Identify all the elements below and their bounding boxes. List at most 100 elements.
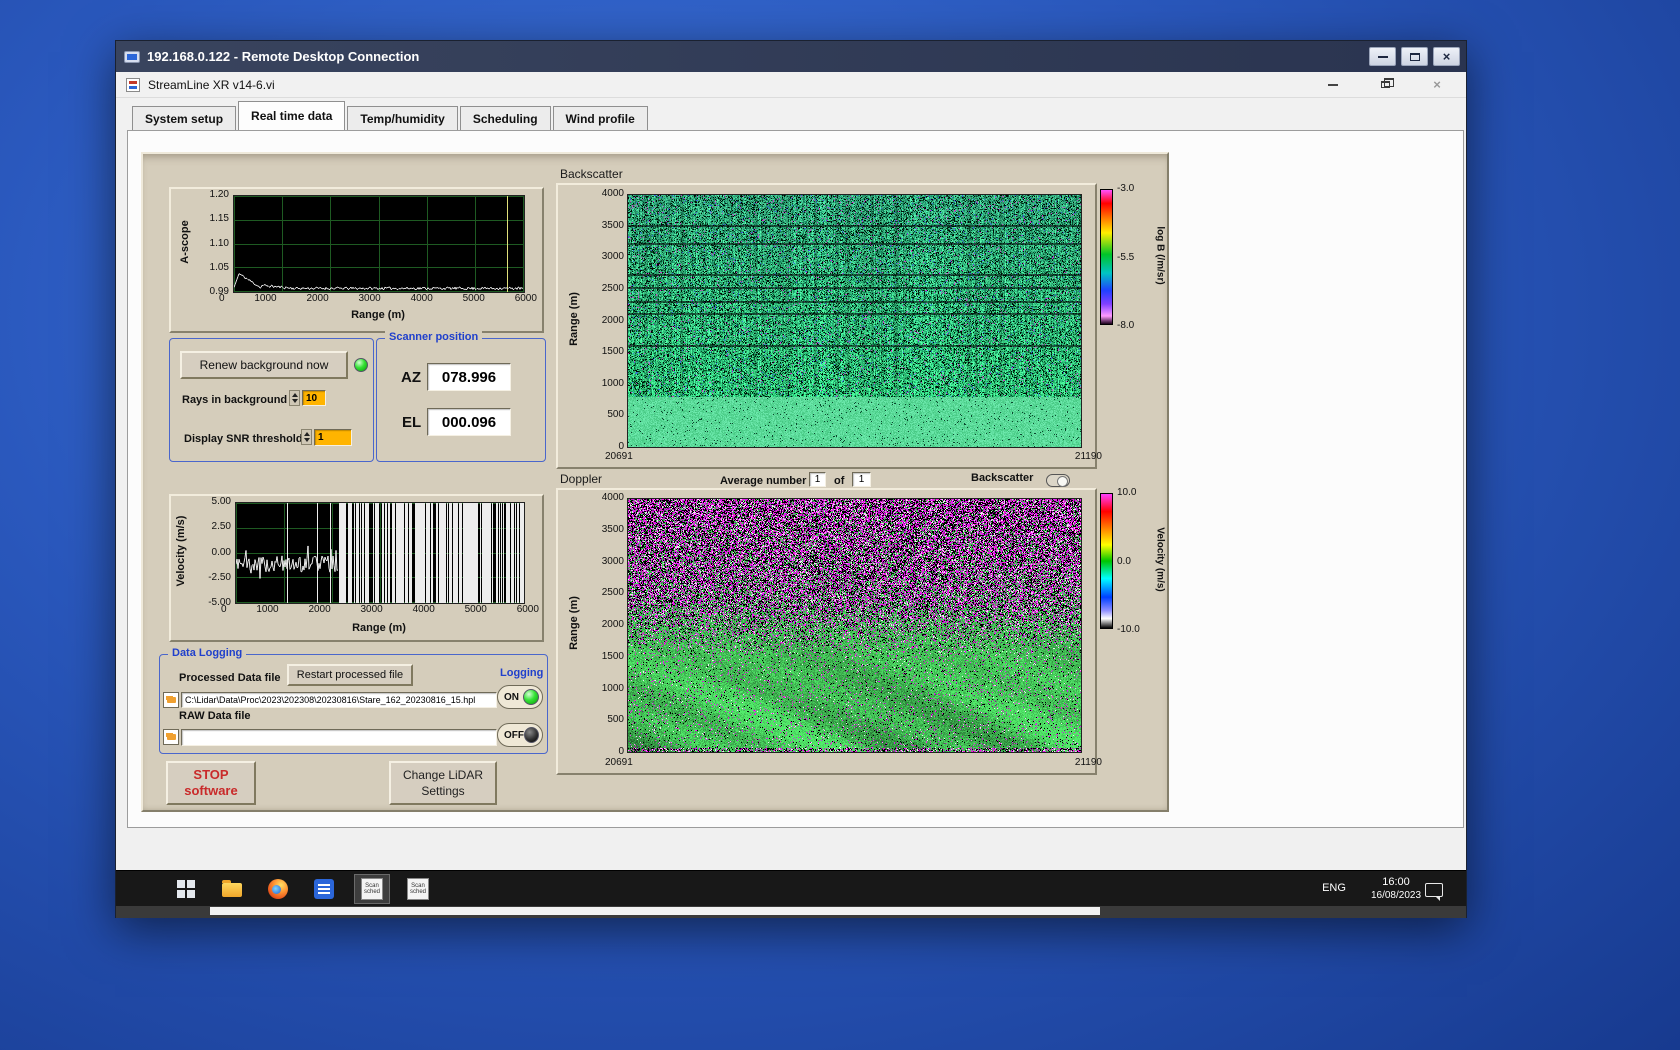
file-explorer-icon bbox=[222, 880, 242, 897]
raw-logging-toggle[interactable]: OFF bbox=[497, 723, 543, 747]
taskbar-firefox[interactable] bbox=[266, 878, 290, 900]
tick-label: 0 bbox=[221, 604, 227, 615]
tick-label: 1000 bbox=[601, 377, 624, 389]
doppler-backscatter-toggle[interactable] bbox=[1046, 474, 1070, 487]
tick-label: 3000 bbox=[360, 604, 383, 615]
tab-scheduling[interactable]: Scheduling bbox=[459, 106, 551, 130]
tab-system-setup[interactable]: System setup bbox=[132, 106, 237, 130]
scanner-position-group: Scanner position AZ 078.996 EL 000.096 bbox=[376, 331, 546, 462]
tick-label: 1000 bbox=[254, 293, 277, 304]
tick-label: 3000 bbox=[601, 251, 624, 263]
rdp-titlebar[interactable]: 192.168.0.122 - Remote Desktop Connectio… bbox=[116, 41, 1466, 72]
desktop: 192.168.0.122 - Remote Desktop Connectio… bbox=[0, 0, 1680, 1050]
ascope-x-ticks: 0 1000 2000 3000 4000 5000 6000 bbox=[219, 293, 537, 304]
velocity-graph-frame: 5.00 2.50 0.00 -2.50 -5.00 Velocity (m/s) 01… bbox=[169, 494, 544, 642]
snr-spinner[interactable] bbox=[301, 429, 312, 445]
az-value-field: 078.996 bbox=[427, 363, 511, 391]
tick-label: 2500 bbox=[601, 282, 624, 294]
app-window-controls: × bbox=[1320, 72, 1450, 97]
snr-value-field[interactable]: 1 bbox=[314, 429, 352, 446]
tick-label: 1500 bbox=[601, 650, 624, 662]
doppler-section-title: Doppler bbox=[560, 472, 603, 486]
taskbar-app-window[interactable] bbox=[312, 879, 336, 899]
raw-path-browse-icon[interactable] bbox=[163, 729, 179, 745]
taskbar-file-explorer[interactable] bbox=[220, 880, 244, 899]
tick-label: -3.0 bbox=[1117, 183, 1135, 194]
rdp-horizontal-scrollbar[interactable] bbox=[116, 906, 1466, 918]
el-value-field: 000.096 bbox=[427, 408, 511, 436]
front-panel: 1.20 1.15 1.10 1.05 0.99 A-scope 0 1000 2000 30… bbox=[141, 152, 1169, 812]
language-indicator[interactable]: ENG bbox=[1314, 882, 1354, 894]
scan-scheduler-label: Scan sched bbox=[363, 883, 380, 895]
close-icon: × bbox=[1433, 77, 1441, 92]
app-close-button[interactable]: × bbox=[1424, 76, 1450, 94]
tick-label: 6000 bbox=[514, 293, 537, 304]
tick-label: 2000 bbox=[308, 604, 331, 615]
ascope-graph-frame: 1.20 1.15 1.10 1.05 0.99 A-scope 0 1000 2000 30… bbox=[169, 187, 544, 333]
taskbar: Scan sched Scan sched ENG 16:00 16/08/20… bbox=[116, 870, 1466, 906]
doppler-backscatter-toggle-label: Backscatter bbox=[971, 472, 1034, 484]
scan-scheduler-icon: Scan sched bbox=[361, 878, 383, 900]
renew-background-button[interactable]: Renew background now bbox=[180, 351, 348, 379]
change-lidar-settings-button[interactable]: Change LiDAR Settings bbox=[389, 761, 497, 805]
rdp-maximize-button[interactable] bbox=[1401, 47, 1428, 66]
taskbar-scan-scheduler-2[interactable]: Scan sched bbox=[400, 874, 436, 904]
app-titlebar[interactable]: StreamLine XR v14-6.vi × bbox=[116, 72, 1466, 98]
tick-label: 5.00 bbox=[211, 496, 231, 507]
tick-label: 1.10 bbox=[209, 237, 229, 249]
tick-label: -10.0 bbox=[1117, 624, 1140, 635]
tab-real-time-data[interactable]: Real time data bbox=[238, 101, 346, 130]
tick-label: 0 bbox=[618, 746, 624, 757]
spinner-down-icon[interactable] bbox=[303, 438, 310, 442]
tab-wind-profile[interactable]: Wind profile bbox=[552, 106, 648, 130]
stop-software-button[interactable]: STOP software bbox=[166, 761, 256, 805]
processed-path-browse-icon[interactable] bbox=[163, 692, 179, 708]
spinner-down-icon[interactable] bbox=[291, 399, 298, 403]
windows-start-icon bbox=[177, 880, 195, 898]
el-label: EL bbox=[402, 414, 422, 431]
rdp-close-button[interactable]: × bbox=[1433, 47, 1460, 66]
tick-label: 3500 bbox=[601, 219, 624, 231]
tick-label: 20691 bbox=[605, 451, 633, 462]
processed-data-file-label: Processed Data file bbox=[179, 672, 281, 684]
tick-label: -5.5 bbox=[1117, 251, 1135, 263]
doppler-colorbar-label: Velocity (m/s) bbox=[1154, 527, 1166, 592]
app-minimize-button[interactable] bbox=[1320, 76, 1346, 94]
taskbar-scan-scheduler-1[interactable]: Scan sched bbox=[354, 874, 390, 904]
stop-line1: STOP bbox=[193, 767, 229, 782]
tick-label: 1000 bbox=[601, 682, 624, 694]
rays-spinner[interactable] bbox=[289, 390, 300, 406]
backscatter-y-ticks: 4000 3500 3000 2500 2000 1500 1000 500 0 bbox=[580, 188, 624, 452]
snr-threshold-label: Display SNR threshold bbox=[184, 433, 303, 445]
processed-path-field[interactable]: C:\Lidar\Data\Proc\2023\202308\20230816\… bbox=[181, 692, 497, 708]
scrollbar-thumb[interactable] bbox=[210, 907, 1100, 915]
tick-label: 20691 bbox=[605, 757, 633, 768]
spinner-up-icon[interactable] bbox=[291, 393, 298, 397]
tick-label: 10.0 bbox=[1117, 487, 1137, 498]
restart-processed-file-button[interactable]: Restart processed file bbox=[287, 664, 413, 686]
average-number-field[interactable]: 1 bbox=[809, 472, 826, 487]
tick-label: 4000 bbox=[601, 188, 624, 199]
start-button[interactable] bbox=[174, 879, 198, 899]
processed-logging-toggle[interactable]: ON bbox=[497, 685, 543, 709]
tick-label: 21190 bbox=[1074, 757, 1102, 768]
rdp-minimize-button[interactable] bbox=[1369, 47, 1396, 66]
background-controls-group: Renew background now Rays in background … bbox=[169, 338, 374, 462]
average-number-label: Average number bbox=[720, 475, 807, 487]
logging-label: Logging bbox=[500, 667, 544, 679]
tab-temp-humidity[interactable]: Temp/humidity bbox=[347, 106, 458, 130]
app-restore-button[interactable] bbox=[1372, 76, 1398, 94]
backscatter-x-ticks: 20691 21190 bbox=[605, 451, 1102, 462]
rdp-computer-icon bbox=[124, 50, 140, 63]
doppler-plot-frame: 4000 3500 3000 2500 2000 1500 1000 500 0 Range (… bbox=[556, 488, 1102, 775]
doppler-plot-canvas bbox=[627, 498, 1082, 753]
tab-bar: System setup Real time data Temp/humidit… bbox=[116, 98, 1466, 130]
rays-value-field[interactable]: 10 bbox=[302, 390, 326, 406]
raw-path-field[interactable] bbox=[181, 729, 497, 746]
tick-label: -8.0 bbox=[1117, 320, 1135, 331]
minimize-icon bbox=[1377, 55, 1388, 58]
tick-label: 2.50 bbox=[211, 521, 231, 533]
of-count-field: 1 bbox=[852, 472, 871, 487]
spinner-up-icon[interactable] bbox=[303, 432, 310, 436]
notification-center-button[interactable] bbox=[1422, 880, 1446, 901]
